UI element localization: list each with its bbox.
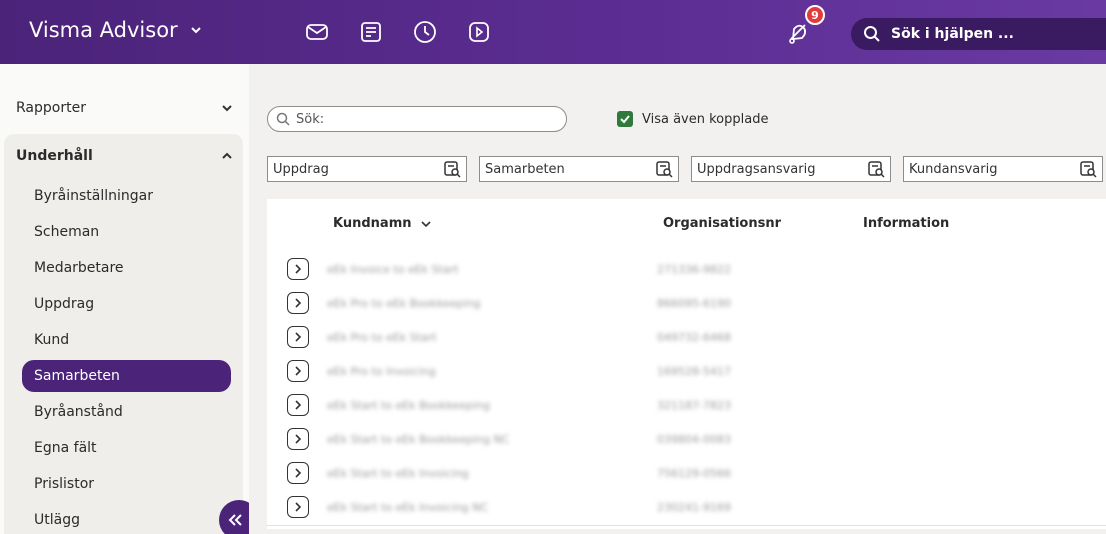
filter-label: Uppdrag [273,161,329,177]
table-row[interactable]: eEk Pro to eEk Bookkeeping 866095-6190 [267,292,1106,326]
help-search-input[interactable]: Sök i hjälpen ... [851,18,1106,50]
table-bottom-divider [267,525,1106,526]
chevron-right-icon [295,434,302,444]
sidebar-section-rapporter[interactable]: Rapporter [0,86,249,130]
main-content: Sök: Visa även kopplade Uppdrag Samarbet… [249,64,1106,534]
sidebar-item-egna-falt[interactable]: Egna fält [22,432,231,464]
expand-row-button[interactable] [287,326,309,348]
sidebar-item-scheman[interactable]: Scheman [22,216,231,248]
chevron-up-icon [222,152,232,159]
expand-row-button[interactable] [287,258,309,280]
chevron-right-icon [295,264,302,274]
column-header-information[interactable]: Information [863,216,949,231]
filter-label: Kundansvarig [909,161,998,177]
cell-kundnamn: eEk Start to eEk Invoicing NC [327,501,489,514]
chevron-down-icon [190,27,201,34]
chevron-right-icon [295,332,302,342]
cell-orgnr: 039804-0083 [657,433,731,446]
cell-orgnr: 271336-9822 [657,263,731,276]
table-row[interactable]: eEk Invoice to eEk Start 271336-9822 [267,258,1106,292]
show-linked-label: Visa även kopplade [642,111,769,127]
cell-orgnr: 049732-6468 [657,331,731,344]
app-switcher[interactable]: Visma Advisor [29,18,202,42]
search-input[interactable]: Sök: [267,106,567,132]
filter-kundansvarig[interactable]: Kundansvarig [903,156,1103,182]
cell-kundnamn: eEk Invoice to eEk Start [327,263,459,276]
column-header-organisationsnr[interactable]: Organisationsnr [663,216,781,231]
table-row[interactable]: eEk Start to eEk Invoicing 756129-0566 [267,462,1106,496]
top-bar: Visma Advisor 9 Sök i hjälpen ... [0,0,1106,64]
lookup-icon[interactable] [443,160,461,178]
sidebar: Rapporter Underhåll Byråinställningar Sc… [0,64,249,534]
sidebar-section-underhall[interactable]: Underhåll [0,134,249,178]
cell-kundnamn: eEk Start to eEk Invoicing [327,467,469,480]
chevron-down-icon [222,105,232,112]
notes-icon[interactable] [358,19,384,45]
filter-uppdrag[interactable]: Uppdrag [267,156,467,182]
chevron-right-icon [295,400,302,410]
chevron-right-icon [295,502,302,512]
chevron-right-icon [295,298,302,308]
show-linked-checkbox[interactable]: Visa även kopplade [617,111,768,127]
sidebar-item-kund[interactable]: Kund [22,324,231,356]
sidebar-item-prislistor[interactable]: Prislistor [22,468,231,500]
chevron-right-icon [295,468,302,478]
search-icon [864,26,880,42]
expand-row-button[interactable] [287,360,309,382]
expand-row-button[interactable] [287,496,309,518]
column-header-kundnamn[interactable]: Kundnamn [333,216,432,231]
sort-down-icon[interactable] [420,218,432,230]
checkbox-checked[interactable] [617,111,633,127]
sidebar-item-medarbetare[interactable]: Medarbetare [22,252,231,284]
filter-label: Samarbeten [485,161,565,177]
lookup-icon[interactable] [1079,160,1097,178]
search-label: Sök: [296,111,325,127]
cell-kundnamn: eEk Pro to Invoicing [327,365,436,378]
customer-table: Kundnamn Organisationsnr Information eEk… [267,199,1106,529]
section-label: Underhåll [16,148,93,164]
cell-kundnamn: eEk Pro to eEk Bookkeeping [327,297,481,310]
notification-badge: 9 [805,5,825,25]
expand-row-button[interactable] [287,462,309,484]
sidebar-item-uppdrag[interactable]: Uppdrag [22,288,231,320]
filter-samarbeten[interactable]: Samarbeten [479,156,679,182]
lookup-icon[interactable] [867,160,885,178]
help-search-placeholder: Sök i hjälpen ... [891,26,1014,42]
header-label: Kundnamn [333,216,412,231]
table-row[interactable]: eEk Start to eEk Bookkeeping NC 039804-0… [267,428,1106,462]
cell-orgnr: 230241-9169 [657,501,731,514]
lookup-icon[interactable] [655,160,673,178]
chevron-right-icon [295,366,302,376]
clock-icon[interactable] [412,19,438,45]
cell-orgnr: 866095-6190 [657,297,731,310]
sidebar-item-byraanstand[interactable]: Byråanstånd [22,396,231,428]
filter-label: Uppdragsansvarig [697,161,816,177]
checkmark-icon [620,115,630,124]
play-icon[interactable] [466,19,492,45]
filter-uppdragsansvarig[interactable]: Uppdragsansvarig [691,156,891,182]
sidebar-item-byrainstallningar[interactable]: Byråinställningar [22,180,231,212]
expand-row-button[interactable] [287,394,309,416]
cell-orgnr: 169528-5417 [657,365,731,378]
top-icon-group [304,19,492,45]
cell-kundnamn: eEk Start to eEk Bookkeeping NC [327,433,510,446]
expand-row-button[interactable] [287,292,309,314]
table-row[interactable]: eEk Start to eEk Bookkeeping 321187-7823 [267,394,1106,428]
sidebar-item-utlagg[interactable]: Utlägg [22,504,231,534]
sidebar-item-samarbeten[interactable]: Samarbeten [22,360,231,392]
double-chevron-left-icon [228,514,242,526]
section-label: Rapporter [16,100,86,116]
cell-orgnr: 321187-7823 [657,399,731,412]
table-row[interactable]: eEk Pro to Invoicing 169528-5417 [267,360,1106,394]
table-row[interactable]: eEk Pro to eEk Start 049732-6468 [267,326,1106,360]
cell-kundnamn: eEk Start to eEk Bookkeeping [327,399,490,412]
app-title: Visma Advisor [29,18,178,42]
cell-kundnamn: eEk Pro to eEk Start [327,331,437,344]
cell-orgnr: 756129-0566 [657,467,731,480]
mail-icon[interactable] [304,19,330,45]
search-icon [276,112,290,126]
expand-row-button[interactable] [287,428,309,450]
